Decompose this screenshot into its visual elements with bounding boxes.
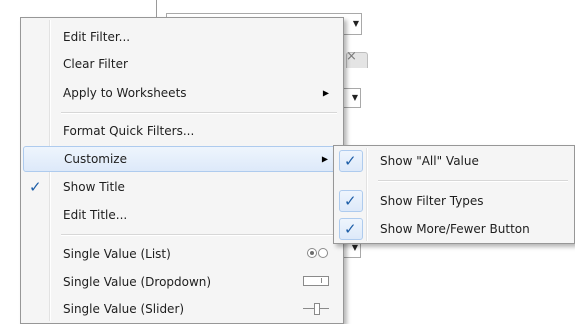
menu-item-single-value-dropdown[interactable]: Single Value (Dropdown) bbox=[23, 269, 341, 295]
menu-item-edit-filter[interactable]: Edit Filter... bbox=[23, 24, 341, 50]
customize-submenu: ✓ Show "All" Value ✓ Show Filter Types ✓… bbox=[333, 145, 575, 244]
menu-item-label: Edit Title... bbox=[63, 208, 128, 222]
dropdown-icon bbox=[303, 276, 329, 288]
submenu-item-label: Show Filter Types bbox=[380, 194, 484, 208]
submenu-item-label: Show "All" Value bbox=[380, 154, 479, 168]
menu-item-label: Apply to Worksheets bbox=[63, 86, 187, 100]
checkmark-icon: ✓ bbox=[29, 178, 42, 196]
chevron-down-icon: ▼ bbox=[352, 19, 359, 28]
menu-item-label: Clear Filter bbox=[63, 57, 128, 71]
menu-item-label: Single Value (Dropdown) bbox=[63, 275, 212, 289]
menu-item-apply-to-worksheets[interactable]: Apply to Worksheets ▶ bbox=[23, 80, 341, 106]
menu-item-label: Customize bbox=[64, 152, 127, 166]
menu-item-single-value-slider[interactable]: Single Value (Slider) bbox=[23, 296, 341, 322]
menu-item-label: Single Value (Slider) bbox=[63, 302, 185, 316]
menu-item-label: Edit Filter... bbox=[63, 30, 131, 44]
checkmark-icon: ✓ bbox=[344, 152, 357, 170]
filter-context-menu: Edit Filter... Clear Filter Apply to Wor… bbox=[20, 17, 344, 324]
submenu-arrow-icon: ▶ bbox=[321, 154, 328, 164]
chevron-down-icon: ▼ bbox=[351, 243, 358, 252]
submenu-item-show-all-value[interactable]: ✓ Show "All" Value bbox=[336, 148, 572, 174]
menu-separator bbox=[61, 112, 337, 114]
submenu-item-show-more-fewer-button[interactable]: ✓ Show More/Fewer Button bbox=[336, 216, 572, 242]
close-icon[interactable]: × bbox=[346, 50, 357, 63]
menu-item-edit-title[interactable]: Edit Title... bbox=[23, 202, 341, 228]
menu-item-label: Show Title bbox=[63, 180, 125, 194]
submenu-item-show-filter-types[interactable]: ✓ Show Filter Types bbox=[336, 188, 572, 214]
radio-buttons-icon bbox=[307, 248, 329, 260]
chevron-down-icon: ▼ bbox=[351, 93, 358, 102]
submenu-arrow-icon: ▶ bbox=[322, 88, 329, 98]
menu-separator bbox=[61, 234, 337, 236]
menu-item-label: Format Quick Filters... bbox=[63, 124, 195, 138]
menu-item-show-title[interactable]: ✓ Show Title bbox=[23, 174, 341, 200]
menu-item-clear-filter[interactable]: Clear Filter bbox=[23, 51, 341, 77]
submenu-item-label: Show More/Fewer Button bbox=[380, 222, 530, 236]
menu-item-format-quick-filters[interactable]: Format Quick Filters... bbox=[23, 118, 341, 144]
menu-item-single-value-list[interactable]: Single Value (List) bbox=[23, 241, 341, 267]
menu-item-customize[interactable]: Customize ▶ bbox=[23, 146, 341, 172]
filter-dropdown-middle[interactable]: ▼ bbox=[343, 88, 361, 108]
menu-item-label: Single Value (List) bbox=[63, 247, 171, 261]
checkmark-icon: ✓ bbox=[344, 220, 357, 238]
slider-icon bbox=[303, 302, 329, 316]
menu-separator bbox=[378, 180, 568, 182]
checkmark-icon: ✓ bbox=[344, 192, 357, 210]
